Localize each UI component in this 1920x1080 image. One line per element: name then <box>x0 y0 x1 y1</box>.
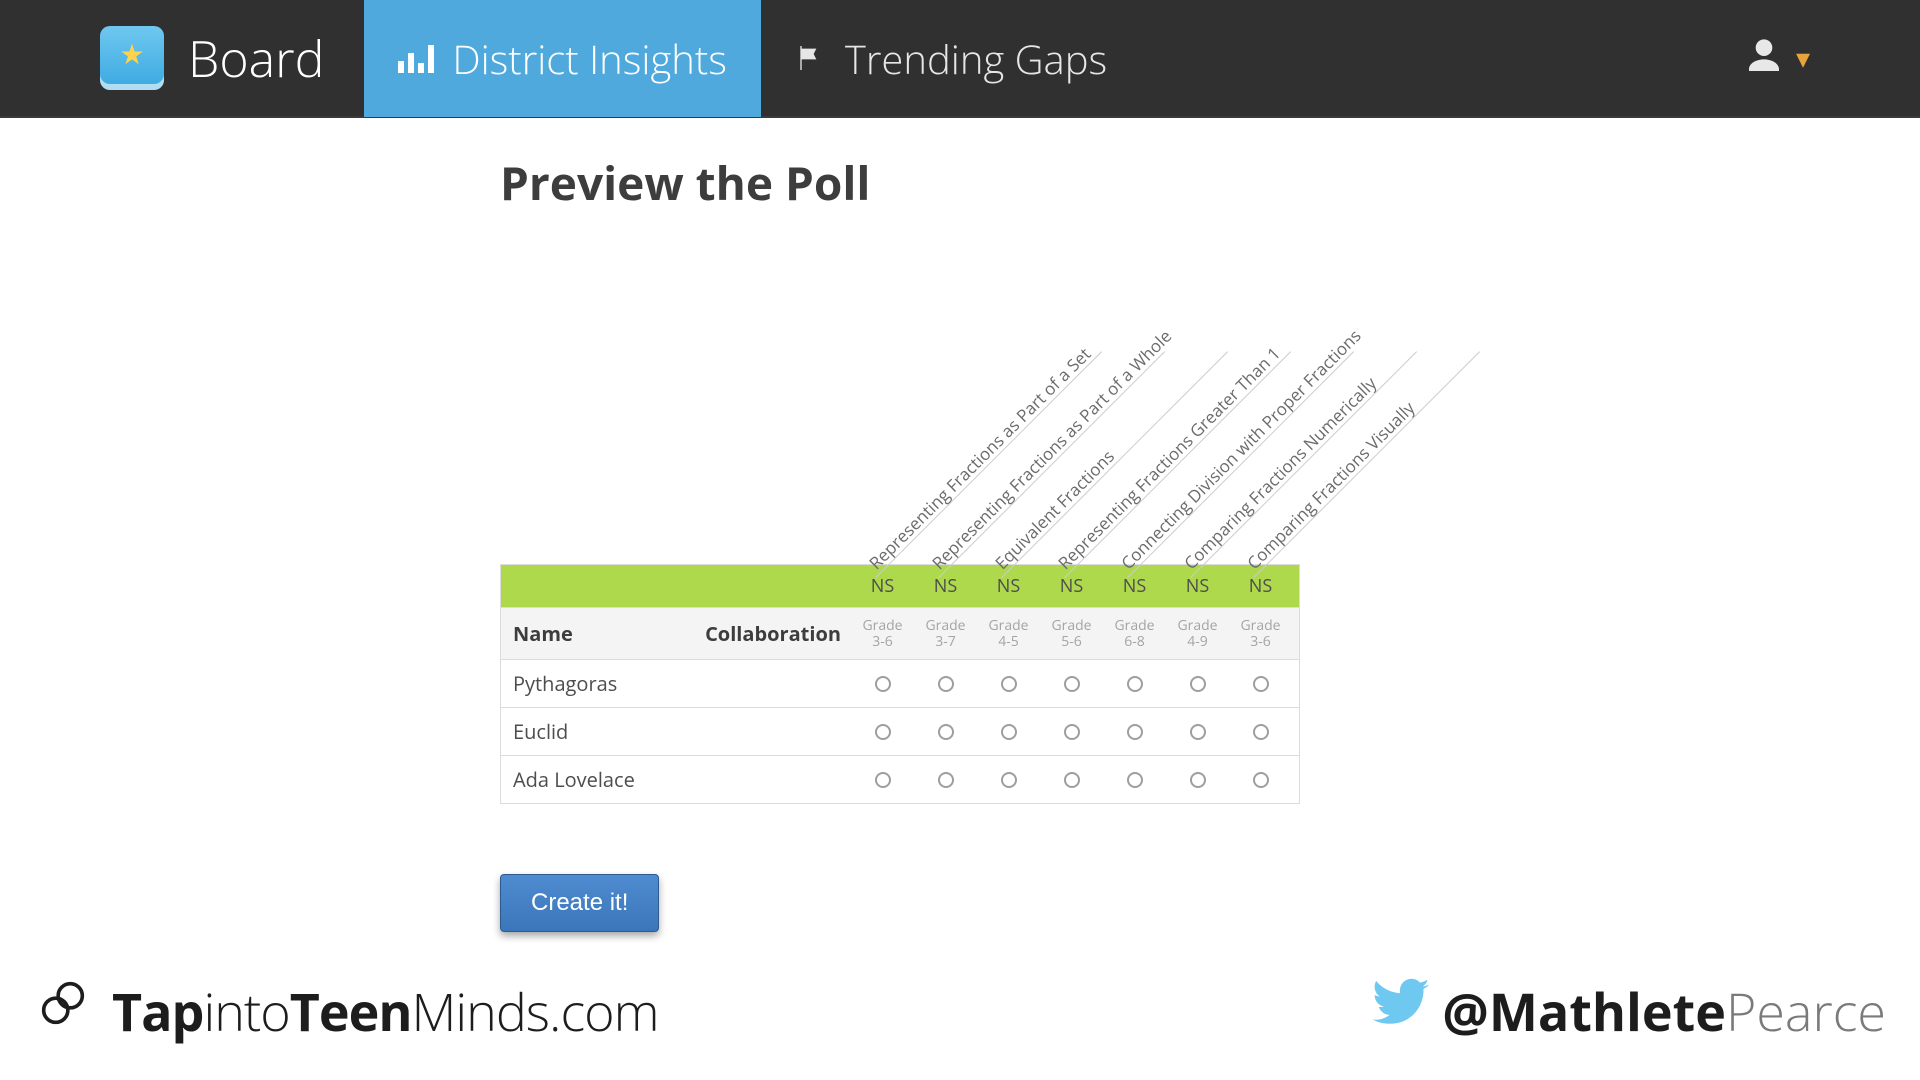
main: Preview the Poll Representing Fractions … <box>0 118 1920 932</box>
poll-radio[interactable] <box>938 772 954 788</box>
book-star-icon <box>100 26 164 90</box>
poll-radio[interactable] <box>1127 724 1143 740</box>
row-name: Euclid <box>501 708 851 755</box>
nav-district-insights[interactable]: District Insights <box>364 0 760 117</box>
poll-radio[interactable] <box>1064 724 1080 740</box>
flag-icon <box>795 31 827 86</box>
row-name: Pythagoras <box>501 660 851 707</box>
footer: TapintoTeenMinds.com @MathletePearce <box>0 972 1920 1050</box>
ns-header-row: NS NS NS NS NS NS NS <box>500 564 1300 608</box>
nav-right: ▾ <box>1744 36 1920 81</box>
footer-right[interactable]: @MathletePearce <box>1370 972 1886 1050</box>
poll-radio[interactable] <box>1001 676 1017 692</box>
grade-cell: Grade6-8 <box>1103 608 1166 659</box>
twitter-handle: @MathletePearce <box>1442 976 1886 1047</box>
column-label: Representing Fractions Greater Than 1 <box>1053 342 1285 574</box>
brand-label: Board <box>188 24 324 92</box>
stub-headers: Name Collaboration <box>501 608 851 659</box>
collaboration-header: Collaboration <box>705 620 841 647</box>
chevron-down-icon[interactable]: ▾ <box>1796 39 1810 77</box>
brand[interactable]: Board <box>0 24 364 92</box>
navbar: Board District Insights Trending Gaps ▾ <box>0 0 1920 118</box>
link-icon <box>34 974 92 1048</box>
table-row: Ada Lovelace <box>500 756 1300 804</box>
poll-matrix: Representing Fractions as Part of a Set … <box>500 244 1300 804</box>
poll-radio[interactable] <box>1253 772 1269 788</box>
bar-chart-icon <box>398 43 434 73</box>
poll-radio[interactable] <box>1127 772 1143 788</box>
table-row: Euclid <box>500 708 1300 756</box>
poll-radio[interactable] <box>875 724 891 740</box>
footer-left[interactable]: TapintoTeenMinds.com <box>34 974 659 1048</box>
table-row: Pythagoras <box>500 660 1300 708</box>
footer-domain: TapintoTeenMinds.com <box>112 976 659 1047</box>
grade-header-row: Name Collaboration Grade3-6 Grade3-7 Gra… <box>500 608 1300 660</box>
grade-cell: Grade5-6 <box>1040 608 1103 659</box>
poll-radio[interactable] <box>1001 772 1017 788</box>
poll-radio[interactable] <box>1064 676 1080 692</box>
grade-cell: Grade4-9 <box>1166 608 1229 659</box>
poll-radio[interactable] <box>1190 676 1206 692</box>
create-it-button[interactable]: Create it! <box>500 874 659 932</box>
poll-radio[interactable] <box>938 676 954 692</box>
page-title: Preview the Poll <box>500 152 1920 214</box>
row-name: Ada Lovelace <box>501 756 851 803</box>
nav-item-label: Trending Gaps <box>845 31 1107 86</box>
poll-radio[interactable] <box>1253 724 1269 740</box>
grade-cell: Grade3-6 <box>851 608 914 659</box>
nav-trending-gaps[interactable]: Trending Gaps <box>761 0 1141 117</box>
poll-radio[interactable] <box>938 724 954 740</box>
poll-radio[interactable] <box>1127 676 1143 692</box>
grade-cell: Grade4-5 <box>977 608 1040 659</box>
diagonal-column-labels: Representing Fractions as Part of a Set … <box>500 244 1300 564</box>
name-header: Name <box>513 620 573 647</box>
poll-radio[interactable] <box>1064 772 1080 788</box>
grade-cell: Grade3-6 <box>1229 608 1292 659</box>
grade-cell: Grade3-7 <box>914 608 977 659</box>
nav-item-label: District Insights <box>452 31 726 86</box>
stub-blank <box>501 565 851 607</box>
twitter-icon <box>1370 972 1432 1050</box>
poll-radio[interactable] <box>875 772 891 788</box>
poll-radio[interactable] <box>1190 724 1206 740</box>
poll-radio[interactable] <box>875 676 891 692</box>
poll-radio[interactable] <box>1253 676 1269 692</box>
poll-radio[interactable] <box>1001 724 1017 740</box>
user-icon[interactable] <box>1744 36 1784 81</box>
poll-radio[interactable] <box>1190 772 1206 788</box>
column-label: Representing Fractions as Part of a Set <box>864 342 1096 574</box>
